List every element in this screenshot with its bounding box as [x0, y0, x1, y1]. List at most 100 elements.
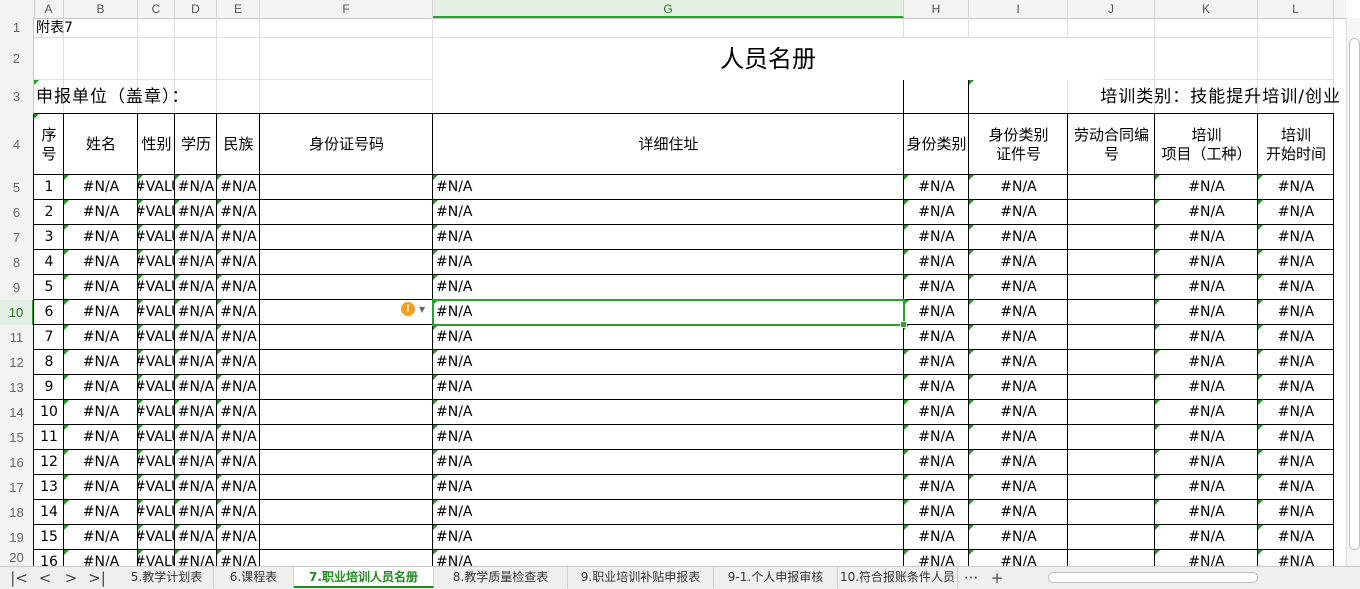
cell-ethnicity[interactable]: #N/A [217, 425, 260, 450]
cell-seq[interactable]: 4 [34, 250, 64, 275]
column-header-C[interactable]: C [138, 0, 175, 18]
row-header-2[interactable]: 2 [0, 38, 34, 80]
cell-identity_type[interactable]: #N/A [904, 300, 969, 325]
sheet-tab[interactable]: 7.职业培训人员名册 [294, 567, 434, 588]
cell-education[interactable]: #N/A [175, 350, 217, 375]
cell-identity_cert[interactable]: #N/A [969, 175, 1068, 200]
cell-address[interactable]: #N/A [433, 375, 904, 400]
cell-training_item[interactable]: #N/A [1155, 450, 1258, 475]
cell-education[interactable]: #N/A [175, 300, 217, 325]
row-header-12[interactable]: 12 [0, 350, 34, 375]
cell-training_start[interactable]: #N/A [1258, 200, 1334, 225]
cell-address[interactable]: #N/A [433, 275, 904, 300]
fill-handle[interactable] [900, 321, 907, 328]
cell-education[interactable]: #N/A [175, 175, 217, 200]
cell-seq[interactable]: 6 [34, 300, 64, 325]
column-header-G[interactable]: G [433, 0, 904, 18]
cell-gender[interactable]: #VALUE! [138, 175, 175, 200]
cell-training_item[interactable]: #N/A [1155, 475, 1258, 500]
cell-seq[interactable]: 5 [34, 275, 64, 300]
cell-name[interactable]: #N/A [64, 475, 138, 500]
column-header-F[interactable]: F [260, 0, 433, 18]
column-header-A[interactable]: A [34, 0, 64, 18]
cell-name[interactable]: #N/A [64, 250, 138, 275]
cell-gender[interactable]: #VALUE! [138, 525, 175, 550]
cell-education[interactable]: #N/A [175, 425, 217, 450]
cell-address[interactable]: #N/A [433, 175, 904, 200]
cell-ethnicity[interactable]: #N/A [217, 300, 260, 325]
cell-gender[interactable]: #VALUE! [138, 450, 175, 475]
cell-name[interactable]: #N/A [64, 450, 138, 475]
cell-identity_cert[interactable]: #N/A [969, 375, 1068, 400]
cell-gender[interactable]: #VALUE! [138, 350, 175, 375]
cell-address[interactable]: #N/A [433, 475, 904, 500]
cell-identity_type[interactable]: #N/A [904, 325, 969, 350]
sheet-tab[interactable]: 9.职业培训补贴申报表 [568, 567, 714, 588]
cell-name[interactable]: #N/A [64, 425, 138, 450]
cell-address[interactable]: #N/A [433, 300, 904, 325]
prev-sheet-button[interactable]: < [34, 567, 56, 589]
cell-gender[interactable]: #VALUE! [138, 225, 175, 250]
cell-name[interactable]: #N/A [64, 175, 138, 200]
row-header-18[interactable]: 18 [0, 500, 34, 525]
cell-training_start[interactable]: #N/A [1258, 525, 1334, 550]
cell-name[interactable]: #N/A [64, 300, 138, 325]
cell-ethnicity[interactable]: #N/A [217, 200, 260, 225]
cell-ethnicity[interactable]: #N/A [217, 275, 260, 300]
row-header-6[interactable]: 6 [0, 200, 34, 225]
cell-identity_cert[interactable]: #N/A [969, 500, 1068, 525]
sheet-tab[interactable]: 8.教学质量检查表 [434, 567, 568, 588]
cell-seq[interactable]: 14 [34, 500, 64, 525]
cell-address[interactable]: #N/A [433, 350, 904, 375]
error-warning-icon[interactable]: ! [401, 302, 415, 316]
cell-education[interactable]: #N/A [175, 200, 217, 225]
cell-identity_type[interactable]: #N/A [904, 350, 969, 375]
horizontal-scroll-thumb[interactable] [1048, 572, 1258, 583]
row-header-7[interactable]: 7 [0, 225, 34, 250]
last-sheet-button[interactable]: >| [86, 567, 108, 589]
row-header-9[interactable]: 9 [0, 275, 34, 300]
cell-training_start[interactable]: #N/A [1258, 300, 1334, 325]
cell-address[interactable]: #N/A [433, 425, 904, 450]
cell-name[interactable]: #N/A [64, 225, 138, 250]
cell-training_item[interactable]: #N/A [1155, 225, 1258, 250]
cell-ethnicity[interactable]: #N/A [217, 325, 260, 350]
cell-identity_cert[interactable]: #N/A [969, 300, 1068, 325]
cell-ethnicity[interactable]: #N/A [217, 450, 260, 475]
cell-training_item[interactable]: #N/A [1155, 400, 1258, 425]
cell-identity_cert[interactable]: #N/A [969, 425, 1068, 450]
cell-identity_type[interactable]: #N/A [904, 275, 969, 300]
cell-identity_type[interactable]: #N/A [904, 425, 969, 450]
cell-address[interactable]: #N/A [433, 225, 904, 250]
cell-education[interactable]: #N/A [175, 450, 217, 475]
cell-identity_cert[interactable]: #N/A [969, 525, 1068, 550]
cell-training_item[interactable]: #N/A [1155, 500, 1258, 525]
column-header-K[interactable]: K [1155, 0, 1258, 18]
cell-education[interactable]: #N/A [175, 400, 217, 425]
cell-gender[interactable]: #VALUE! [138, 250, 175, 275]
cell-ethnicity[interactable]: #N/A [217, 225, 260, 250]
column-header-B[interactable]: B [64, 0, 138, 18]
column-header-H[interactable]: H [904, 0, 969, 18]
cell-name[interactable]: #N/A [64, 275, 138, 300]
cell-ethnicity[interactable]: #N/A [217, 375, 260, 400]
cell-identity_type[interactable]: #N/A [904, 200, 969, 225]
sheet-tab[interactable]: 6.课程表 [214, 567, 294, 588]
cell-training_start[interactable]: #N/A [1258, 500, 1334, 525]
row-header-5[interactable]: 5 [0, 175, 34, 200]
row-header-10[interactable]: 10 [0, 300, 34, 325]
cell-training_start[interactable]: #N/A [1258, 225, 1334, 250]
cell-name[interactable]: #N/A [64, 500, 138, 525]
cell-training_start[interactable]: #N/A [1258, 400, 1334, 425]
cell-address[interactable]: #N/A [433, 525, 904, 550]
cell-training_item[interactable]: #N/A [1155, 200, 1258, 225]
cell-ethnicity[interactable]: #N/A [217, 400, 260, 425]
cell-education[interactable]: #N/A [175, 500, 217, 525]
cell-seq[interactable]: 11 [34, 425, 64, 450]
column-header-D[interactable]: D [175, 0, 217, 18]
warning-dropdown-arrow-icon[interactable]: ▼ [419, 305, 425, 314]
cell-training_start[interactable]: #N/A [1258, 450, 1334, 475]
row-header-20[interactable]: 20 [0, 550, 34, 566]
cell-identity_type[interactable]: #N/A [904, 450, 969, 475]
cell-education[interactable]: #N/A [175, 250, 217, 275]
